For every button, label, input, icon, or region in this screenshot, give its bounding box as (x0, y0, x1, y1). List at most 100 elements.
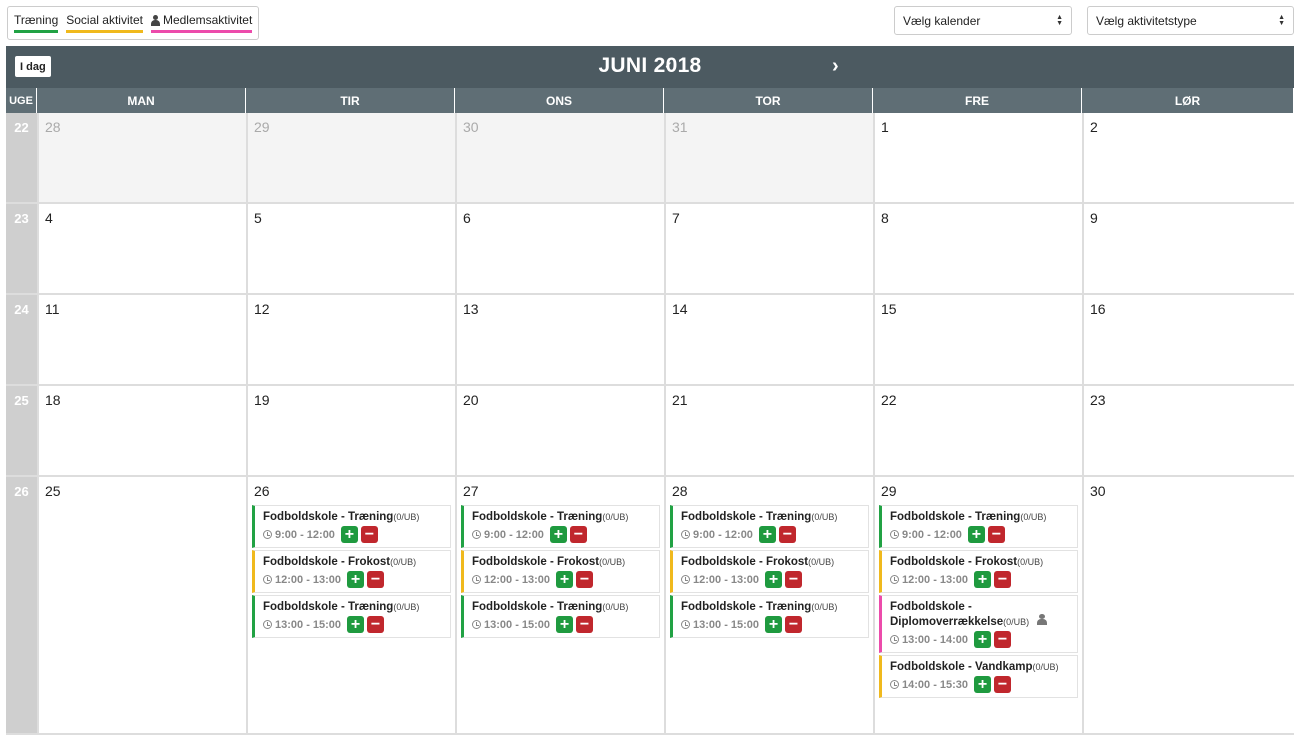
day-cell[interactable]: 22 (873, 386, 1082, 475)
week-row: 25 18 19 20 21 22 23 (6, 386, 1294, 477)
event-time: 12:00 - 13:00 + − (263, 571, 444, 588)
add-icon[interactable]: + (974, 571, 992, 588)
clock-icon (472, 530, 481, 539)
day-cell[interactable]: 2 (1082, 113, 1294, 202)
event-item[interactable]: Fodboldskole - Frokost(0/UB) 12:00 - 13:0… (252, 550, 451, 593)
day-number: 16 (1090, 301, 1106, 317)
day-cell[interactable]: 9 (1082, 204, 1294, 293)
event-title: Fodboldskole - Træning(0/UB) (472, 600, 653, 614)
add-icon[interactable]: + (765, 571, 783, 588)
day-cell[interactable]: 1 (873, 113, 1082, 202)
activity-type-select[interactable]: Vælg aktivitetstype ▲ ▼ (1087, 6, 1294, 35)
day-cell[interactable]: 28 (37, 113, 246, 202)
day-cell[interactable]: 30 (455, 113, 664, 202)
event-title-text: Fodboldskole - Træning (472, 511, 603, 523)
event-item[interactable]: Fodboldskole - Træning(0/UB) 13:00 - 15:0… (670, 595, 869, 638)
remove-icon[interactable]: − (994, 676, 1012, 693)
event-item[interactable]: Fodboldskole - Diplomoverrækkelse(0/UB) 1… (879, 595, 1078, 653)
month-title: JUNI 2018 (598, 54, 702, 77)
day-header-lør: LØR (1082, 88, 1294, 113)
day-cell[interactable]: 16 (1082, 295, 1294, 384)
event-item[interactable]: Fodboldskole - Frokost(0/UB) 12:00 - 13:0… (670, 550, 869, 593)
day-number: 30 (463, 119, 479, 135)
day-number: 14 (672, 301, 688, 317)
event-time: 13:00 - 15:00 + − (472, 616, 653, 633)
day-cell[interactable]: 27 Fodboldskole - Træning(0/UB) 9:00 - 12:… (455, 477, 664, 733)
day-number: 31 (672, 119, 688, 135)
remove-icon[interactable]: − (987, 526, 1005, 543)
add-icon[interactable]: + (967, 526, 985, 543)
remove-icon[interactable]: − (785, 616, 803, 633)
event-item[interactable]: Fodboldskole - Træning(0/UB) 13:00 - 15:0… (461, 595, 660, 638)
event-item[interactable]: Fodboldskole - Vandkamp(0/UB) 14:00 - 15:… (879, 655, 1078, 698)
event-time: 12:00 - 13:00 + − (890, 571, 1071, 588)
day-cell[interactable]: 30 (1082, 477, 1294, 733)
day-number: 19 (254, 392, 270, 408)
legend-item[interactable]: Træning (14, 13, 59, 33)
event-item[interactable]: Fodboldskole - Frokost(0/UB) 12:00 - 13:0… (879, 550, 1078, 593)
remove-icon[interactable]: − (367, 571, 385, 588)
day-cell[interactable]: 4 (37, 204, 246, 293)
chevron-right-icon[interactable]: › (832, 55, 839, 78)
event-item[interactable]: Fodboldskole - Træning(0/UB) 13:00 - 15:0… (252, 595, 451, 638)
event-item[interactable]: Fodboldskole - Træning(0/UB) 9:00 - 12:00… (670, 505, 869, 548)
remove-icon[interactable]: − (785, 571, 803, 588)
day-cell[interactable]: 28 Fodboldskole - Træning(0/UB) 9:00 - 12:… (664, 477, 873, 733)
event-title-text: Fodboldskole - Vandkamp (890, 661, 1033, 673)
event-time: 12:00 - 13:00 + − (472, 571, 653, 588)
day-cell[interactable]: 29 Fodboldskole - Træning(0/UB) 9:00 - 12:… (873, 477, 1082, 733)
day-cell[interactable]: 15 (873, 295, 1082, 384)
event-capacity: (0/UB) (393, 602, 420, 612)
day-cell[interactable]: 7 (664, 204, 873, 293)
add-icon[interactable]: + (556, 616, 574, 633)
add-icon[interactable]: + (347, 571, 365, 588)
legend-item[interactable]: Medlemsaktivitet (150, 13, 253, 33)
clock-icon (681, 575, 690, 584)
remove-icon[interactable]: − (778, 526, 796, 543)
add-icon[interactable]: + (974, 631, 992, 648)
event-capacity: (0/UB) (808, 557, 835, 567)
event-item[interactable]: Fodboldskole - Træning(0/UB) 9:00 - 12:00… (252, 505, 451, 548)
event-title-text: Fodboldskole - Træning (681, 511, 812, 523)
remove-icon[interactable]: − (367, 616, 385, 633)
day-cell[interactable]: 23 (1082, 386, 1294, 475)
add-icon[interactable]: + (974, 676, 992, 693)
event-item[interactable]: Fodboldskole - Frokost(0/UB) 12:00 - 13:0… (461, 550, 660, 593)
activity-legend: Træning Social aktivitet Medlemsaktivitet (7, 6, 260, 40)
day-cell[interactable]: 29 (246, 113, 455, 202)
add-icon[interactable]: + (549, 526, 567, 543)
event-item[interactable]: Fodboldskole - Træning(0/UB) 9:00 - 12:00… (879, 505, 1078, 548)
day-cell[interactable]: 12 (246, 295, 455, 384)
day-cell[interactable]: 18 (37, 386, 246, 475)
day-cell[interactable]: 11 (37, 295, 246, 384)
day-cell[interactable]: 19 (246, 386, 455, 475)
day-cell[interactable]: 31 (664, 113, 873, 202)
day-cell[interactable]: 20 (455, 386, 664, 475)
day-cell[interactable]: 5 (246, 204, 455, 293)
remove-icon[interactable]: − (994, 571, 1012, 588)
day-cell[interactable]: 14 (664, 295, 873, 384)
legend-item[interactable]: Social aktivitet (66, 13, 143, 33)
select-arrows-icon: ▲ ▼ (1278, 13, 1285, 27)
remove-icon[interactable]: − (576, 616, 594, 633)
day-cell[interactable]: 25 (37, 477, 246, 733)
week-row: 22 28 29 30 31 1 2 (6, 113, 1294, 204)
day-cell[interactable]: 21 (664, 386, 873, 475)
add-icon[interactable]: + (347, 616, 365, 633)
day-cell[interactable]: 8 (873, 204, 1082, 293)
clock-icon (263, 620, 272, 629)
add-icon[interactable]: + (758, 526, 776, 543)
remove-icon[interactable]: − (576, 571, 594, 588)
event-item[interactable]: Fodboldskole - Træning(0/UB) 9:00 - 12:00… (461, 505, 660, 548)
day-cell[interactable]: 6 (455, 204, 664, 293)
add-icon[interactable]: + (556, 571, 574, 588)
chevron-left-icon[interactable]: ‹ (665, 55, 672, 78)
calendar-select[interactable]: Vælg kalender ▲ ▼ (894, 6, 1072, 35)
remove-icon[interactable]: − (569, 526, 587, 543)
day-cell[interactable]: 13 (455, 295, 664, 384)
add-icon[interactable]: + (765, 616, 783, 633)
remove-icon[interactable]: − (360, 526, 378, 543)
day-cell[interactable]: 26 Fodboldskole - Træning(0/UB) 9:00 - 12:… (246, 477, 455, 733)
add-icon[interactable]: + (340, 526, 358, 543)
remove-icon[interactable]: − (994, 631, 1012, 648)
